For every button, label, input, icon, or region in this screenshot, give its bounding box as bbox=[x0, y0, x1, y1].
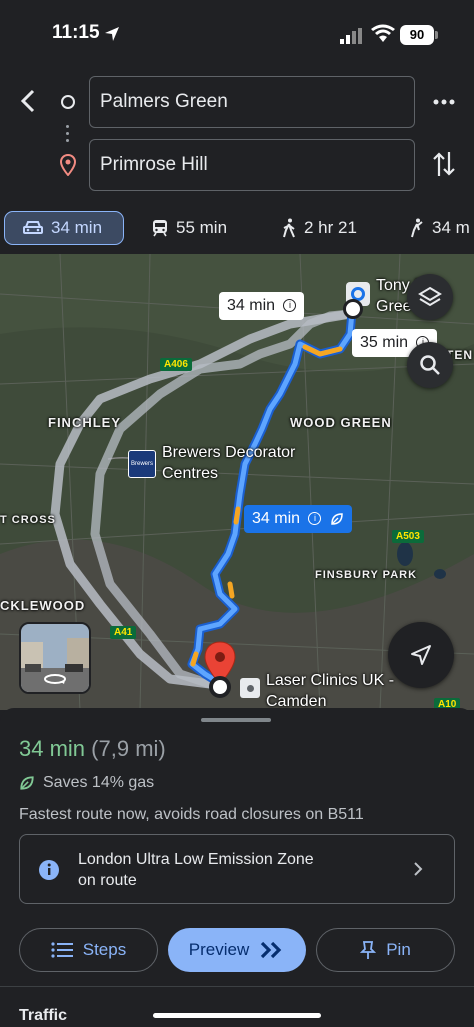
destination-marker bbox=[209, 676, 231, 698]
pin-button[interactable]: Pin bbox=[316, 928, 455, 972]
poi-laser-clinics-icon bbox=[240, 678, 260, 698]
route-map[interactable]: A406 A41 A503 A10 FINCHLEY WOOD GREEN FI… bbox=[0, 254, 474, 710]
road-shield-a503: A503 bbox=[392, 530, 424, 543]
origin-input[interactable]: Palmers Green bbox=[89, 76, 415, 128]
poi-laser-line1[interactable]: Laser Clinics UK - bbox=[266, 671, 394, 691]
walk-icon bbox=[283, 218, 295, 238]
info-icon: i bbox=[308, 512, 322, 526]
navigation-arrow-icon bbox=[411, 645, 431, 665]
duration-value: 34 min bbox=[19, 736, 86, 761]
road-shield-a406: A406 bbox=[160, 358, 192, 371]
area-label-finsbury-park: FINSBURY PARK bbox=[315, 569, 418, 581]
home-indicator[interactable] bbox=[153, 1013, 321, 1018]
battery-tip bbox=[435, 31, 438, 39]
route-bubble-alt-2-label: 35 min bbox=[360, 334, 409, 351]
route-details-sheet[interactable]: 34 min (7,9 mi) Saves 14% gas Fastest ro… bbox=[0, 708, 474, 1027]
ulez-text: London Ultra Low Emission Zone on route bbox=[78, 849, 378, 891]
area-label-finchley: FINCHLEY bbox=[48, 415, 121, 430]
info-icon: i bbox=[283, 299, 297, 313]
car-icon bbox=[23, 221, 43, 234]
route-note: Fastest route now, avoids road closures … bbox=[19, 806, 364, 823]
section-divider bbox=[0, 986, 474, 987]
more-options-icon[interactable] bbox=[432, 98, 456, 106]
wifi-icon bbox=[371, 24, 395, 42]
destination-input[interactable]: Primrose Hill bbox=[89, 139, 415, 191]
route-bubble-main-label: 34 min bbox=[252, 510, 301, 527]
recenter-button[interactable] bbox=[388, 622, 454, 688]
mode-rideshare[interactable]: 34 m bbox=[408, 211, 470, 245]
mode-driving[interactable]: 34 min bbox=[4, 211, 124, 245]
ulez-line2: on route bbox=[78, 872, 137, 889]
preview-button-label: Preview bbox=[188, 940, 250, 959]
pin-button-label: Pin bbox=[386, 940, 411, 959]
list-icon bbox=[51, 942, 73, 958]
area-label-cross: T CROSS bbox=[0, 514, 56, 526]
mode-driving-label: 34 min bbox=[51, 218, 103, 237]
route-bubble-main[interactable]: 34 min i bbox=[244, 505, 352, 533]
chevron-right-icon bbox=[414, 862, 423, 876]
route-connector bbox=[66, 125, 69, 146]
mode-rideshare-label: 34 m bbox=[432, 218, 470, 237]
origin-dot-icon bbox=[61, 95, 75, 109]
location-arrow-icon bbox=[105, 27, 119, 41]
360-icon bbox=[44, 674, 66, 684]
travel-mode-bar: 34 min 55 min 2 hr 21 34 m bbox=[0, 205, 474, 251]
mode-transit[interactable]: 55 min bbox=[152, 211, 227, 245]
origin-marker bbox=[343, 299, 363, 319]
steps-button[interactable]: Steps bbox=[19, 928, 158, 972]
rideshare-icon bbox=[411, 218, 423, 238]
directions-header: Palmers Green Primrose Hill bbox=[0, 70, 474, 200]
status-time: 11:15 bbox=[52, 22, 100, 43]
layers-icon bbox=[418, 286, 442, 307]
search-along-route-button[interactable] bbox=[407, 342, 453, 388]
pin-icon bbox=[360, 941, 377, 959]
ulez-line1: London Ultra Low Emission Zone bbox=[78, 851, 314, 868]
area-label-cricklewood: CKLEWOOD bbox=[0, 598, 86, 613]
drag-handle[interactable] bbox=[201, 718, 271, 722]
status-bar: 11:15 90 bbox=[0, 0, 474, 70]
back-arrow-icon[interactable] bbox=[14, 86, 44, 116]
double-chevron-right-icon bbox=[261, 941, 282, 959]
layers-button[interactable] bbox=[407, 274, 453, 320]
fuel-savings-label: Saves 14% gas bbox=[43, 774, 155, 791]
destination-pin-icon bbox=[60, 154, 76, 176]
eco-leaf-icon bbox=[331, 513, 343, 525]
steps-button-label: Steps bbox=[82, 940, 127, 959]
mode-walking[interactable]: 2 hr 21 bbox=[282, 211, 357, 245]
route-duration: 34 min (7,9 mi) bbox=[19, 736, 166, 762]
train-icon bbox=[153, 220, 167, 237]
route-bubble-alt-1-label: 34 min bbox=[227, 297, 276, 314]
ulez-notice[interactable]: London Ultra Low Emission Zone on route bbox=[19, 834, 455, 904]
poi-brewers-line1[interactable]: Brewers Decorator bbox=[162, 443, 295, 463]
traffic-heading: Traffic bbox=[19, 1007, 68, 1024]
distance-value: (7,9 mi) bbox=[91, 736, 166, 761]
eco-leaf-icon bbox=[20, 776, 34, 790]
area-label-wood-green: WOOD GREEN bbox=[290, 415, 392, 430]
cellular-signal-icon bbox=[340, 28, 362, 44]
road-shield-a41: A41 bbox=[110, 626, 137, 639]
mode-walking-label: 2 hr 21 bbox=[304, 218, 357, 237]
battery-indicator: 90 bbox=[400, 25, 434, 45]
search-icon bbox=[420, 355, 440, 375]
info-icon bbox=[39, 860, 59, 880]
preview-button[interactable]: Preview bbox=[168, 928, 306, 972]
swap-icon[interactable] bbox=[432, 150, 456, 178]
fuel-savings: Saves 14% gas bbox=[19, 774, 154, 792]
poi-brewers-line2[interactable]: Centres bbox=[162, 464, 218, 484]
street-view-thumbnail[interactable] bbox=[19, 622, 91, 694]
route-bubble-alt-1[interactable]: 34 min i bbox=[219, 292, 305, 320]
poi-brewers-logo: Brewers bbox=[128, 450, 156, 478]
mode-transit-label: 55 min bbox=[176, 218, 228, 237]
